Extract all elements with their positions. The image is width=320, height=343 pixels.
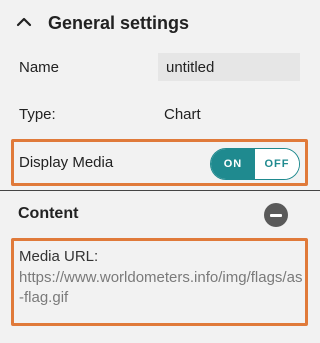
display-media-toggle[interactable]: ON OFF [210,148,300,180]
type-label: Type: [19,106,56,123]
general-settings-title: General settings [48,13,190,33]
minus-bar [270,213,282,217]
content-section-title: Content [18,205,79,222]
name-input-value: untitled [166,58,215,76]
media-url-field[interactable]: https://www.worldometers.info/img/flags/… [19,268,304,308]
minus-circle-icon[interactable] [264,203,288,227]
media-url-label: Media URL: [19,248,99,265]
name-input[interactable]: untitled [158,53,300,81]
settings-panel: General settings Name untitled Type: Cha… [0,0,320,343]
type-value: Chart [164,106,201,123]
toggle-on-option[interactable]: ON [211,149,255,179]
general-settings-header[interactable]: General settings [0,0,320,50]
chevron-up-icon[interactable] [14,12,34,32]
display-media-label: Display Media [19,154,114,171]
toggle-off-option[interactable]: OFF [255,149,299,179]
section-divider [0,190,320,191]
name-label: Name [19,59,60,76]
